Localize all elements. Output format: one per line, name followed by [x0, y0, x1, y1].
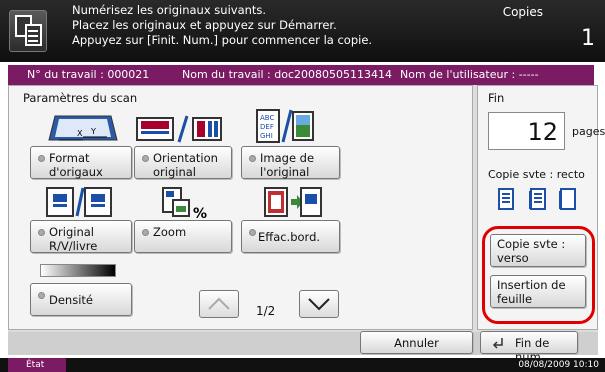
format-originals-button[interactable]: Format d'origaux: [30, 146, 132, 179]
job-name: Nom du travail : doc20080505113414: [182, 68, 392, 81]
status-bar: État 08/08/2009 10:10: [0, 358, 605, 372]
page-up-button[interactable]: [199, 290, 239, 318]
page-down-button[interactable]: [299, 290, 339, 318]
svg-text:%: %: [193, 206, 207, 220]
up-icon: [208, 297, 230, 310]
density-button[interactable]: Densité: [30, 283, 132, 316]
header-bar: Numérisez les originaux suivants. Placez…: [0, 0, 605, 62]
status-led: [142, 229, 149, 236]
status-led: [38, 155, 45, 162]
panel-title: Paramètres du scan: [23, 91, 138, 105]
enter-icon: [492, 338, 503, 349]
copy-verso-button[interactable]: Copie svte : verso: [490, 234, 586, 267]
page-indicator: 1/2: [256, 304, 276, 318]
button-label: Insertion de feuille: [497, 278, 566, 306]
copy-count: 1: [581, 26, 595, 51]
button-label: Copie svte : verso: [497, 237, 566, 265]
cancel-button[interactable]: Annuler: [360, 331, 473, 354]
mode-label: Copies: [502, 5, 543, 19]
simplex-icon: [498, 188, 514, 210]
user-name: Nom de l'utilisateur : -----: [400, 68, 539, 81]
svg-text:Y: Y: [90, 127, 96, 136]
button-label: Effac.bord.: [258, 230, 321, 244]
format-icon: Y X: [48, 115, 118, 141]
button-label: Format d'origaux: [49, 151, 103, 179]
svg-text:ABC: ABC: [260, 114, 274, 122]
button-label: Image de l'original: [260, 151, 315, 179]
finish-scan-button[interactable]: Fin de num: [480, 331, 578, 364]
image-icon: ABCDEFGHI: [256, 109, 314, 143]
finish-title: Fin: [488, 91, 505, 105]
duplex-page-icon: [529, 188, 546, 210]
zoom-icon: %: [162, 187, 207, 220]
pages-count: 12: [488, 112, 565, 150]
scan-settings-panel: Paramètres du scan Y X ABC DEF GHI Format …: [8, 85, 473, 330]
job-number: N° du travail : 000021: [27, 68, 150, 81]
orientation-icon: [136, 115, 222, 143]
finish-panel: Fin 12 pages Copie svte : recto Copie sv…: [477, 85, 605, 330]
svg-text:GHI: GHI: [260, 132, 273, 140]
duplex-book-button[interactable]: Original R/V/livre: [30, 220, 132, 253]
erase-icon: [264, 187, 322, 217]
border-erase-button[interactable]: Effac.bord.: [241, 220, 340, 253]
job-info-bar: N° du travail : 000021 Nom du travail : …: [8, 65, 594, 85]
message-line-3: Appuyez sur [Finit. Num.] pour commencer…: [72, 33, 373, 47]
blank-page-icon: [559, 188, 576, 210]
status-state: État: [8, 358, 66, 372]
message-line-1: Numérisez les originaux suivants.: [72, 3, 267, 17]
zoom-button[interactable]: Zoom: [134, 220, 232, 253]
svg-text:DEF: DEF: [260, 123, 274, 131]
status-led: [142, 155, 149, 162]
button-label: Original R/V/livre: [49, 225, 98, 253]
status-datetime: 08/08/2009 10:10: [518, 360, 599, 370]
insert-sheet-button[interactable]: Insertion de feuille: [490, 275, 586, 308]
orientation-button[interactable]: Orientation original: [134, 146, 232, 179]
button-label: Orientation original: [153, 151, 218, 179]
button-label: Zoom: [153, 225, 187, 239]
button-label: Annuler: [394, 336, 439, 350]
density-bar: [40, 264, 116, 277]
duplex-icon: [46, 187, 112, 217]
svg-text:X: X: [77, 129, 83, 138]
status-led: [249, 155, 256, 162]
button-label: Densité: [49, 293, 93, 307]
original-image-button[interactable]: Image de l'original: [241, 146, 340, 179]
status-led: [38, 292, 45, 299]
message-line-2: Placez les originaux et appuyez sur Déma…: [72, 18, 337, 32]
scan-icon: [9, 10, 47, 52]
pages-unit: pages: [572, 125, 605, 138]
status-led: [249, 229, 256, 236]
header-message: Numérisez les originaux suivants. Placez…: [72, 3, 372, 48]
main-area: Paramètres du scan Y X ABC DEF GHI Format …: [8, 85, 605, 364]
copy-mode-label: Copie svte : recto: [488, 168, 585, 181]
action-bar: Annuler Fin de num: [8, 331, 598, 364]
status-led: [38, 229, 45, 236]
down-icon: [308, 298, 330, 311]
